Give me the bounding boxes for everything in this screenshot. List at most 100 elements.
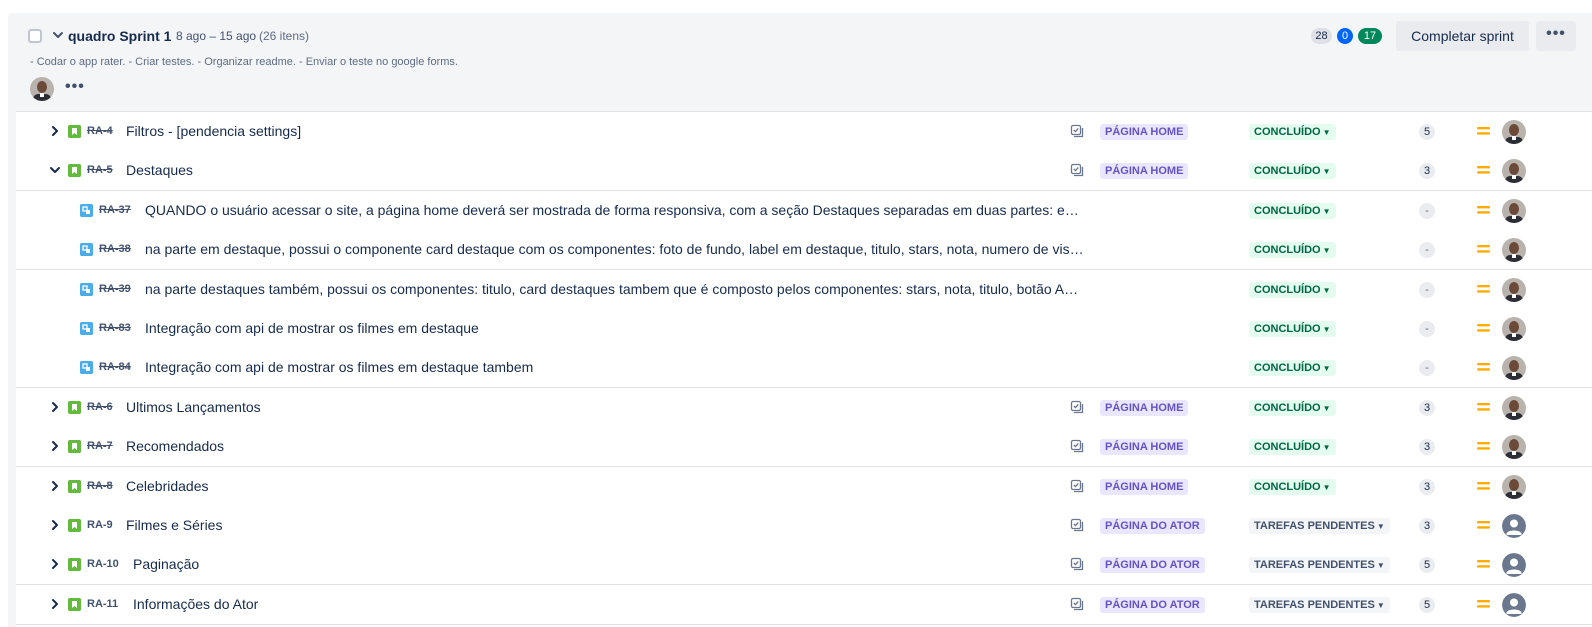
- status-dropdown[interactable]: CONCLUÍDO ▼: [1249, 202, 1336, 219]
- subtask-row[interactable]: RA-39 na parte destaques também, possui o…: [16, 269, 1592, 310]
- status-dropdown[interactable]: TAREFAS PENDENTES ▼: [1249, 596, 1390, 613]
- more-avatars-icon[interactable]: •••: [65, 78, 85, 96]
- issue-key[interactable]: RA-38: [99, 243, 131, 255]
- issue-key[interactable]: RA-10: [87, 558, 119, 570]
- table-row[interactable]: RA-8 Celebridades PÁGINA HOME CONCLUÍDO ▼ 3: [16, 466, 1592, 507]
- issue-key[interactable]: RA-37: [99, 204, 131, 216]
- chevron-right-icon[interactable]: [49, 557, 61, 571]
- story-points-badge[interactable]: 3: [1419, 518, 1435, 534]
- table-row[interactable]: RA-10 Paginação PÁGINA DO ATOR TAREFAS PEND…: [16, 545, 1592, 586]
- status-dropdown[interactable]: CONCLUÍDO ▼: [1249, 439, 1336, 456]
- epic-lozenge[interactable]: PÁGINA HOME: [1100, 478, 1189, 495]
- table-row[interactable]: RA-4 Filtros - [pendencia settings] PÁGINA…: [16, 112, 1592, 152]
- avatar[interactable]: [1502, 238, 1526, 263]
- status-dropdown[interactable]: CONCLUÍDO ▼: [1249, 124, 1336, 140]
- subtask-row[interactable]: RA-84 Integração com api de mostrar os fi…: [16, 348, 1592, 389]
- unassigned-avatar-icon[interactable]: [1502, 514, 1526, 538]
- chevron-right-icon[interactable]: [49, 400, 61, 414]
- epic-lozenge[interactable]: PÁGINA DO ATOR: [1100, 518, 1205, 534]
- child-issues-icon[interactable]: [1070, 479, 1084, 493]
- avatar[interactable]: [1502, 474, 1526, 499]
- story-points-badge[interactable]: -: [1419, 281, 1435, 298]
- chevron-right-icon[interactable]: [49, 597, 61, 611]
- subtask-row[interactable]: RA-83 Integração com api de mostrar os fi…: [16, 309, 1592, 349]
- child-issues-icon[interactable]: [1070, 557, 1084, 571]
- avatar[interactable]: [1502, 198, 1526, 223]
- chevron-right-icon[interactable]: [49, 439, 61, 453]
- child-issues-icon[interactable]: [1070, 124, 1084, 138]
- epic-lozenge[interactable]: PÁGINA DO ATOR: [1100, 557, 1205, 574]
- issue-summary[interactable]: Integração com api de mostrar os filmes …: [145, 359, 533, 375]
- chevron-down-icon[interactable]: [51, 27, 65, 43]
- table-row[interactable]: RA-6 Ultimos Lançamentos PÁGINA HOME CONCLU…: [16, 387, 1592, 428]
- issue-summary[interactable]: Celebridades: [126, 478, 209, 494]
- epic-lozenge[interactable]: PÁGINA HOME: [1100, 439, 1189, 456]
- status-dropdown[interactable]: CONCLUÍDO ▼: [1249, 478, 1336, 495]
- epic-lozenge[interactable]: PÁGINA HOME: [1100, 163, 1189, 180]
- issue-summary[interactable]: Ultimos Lançamentos: [126, 399, 261, 415]
- epic-lozenge[interactable]: PÁGINA HOME: [1100, 124, 1189, 140]
- issue-key[interactable]: RA-83: [99, 322, 131, 334]
- issue-summary[interactable]: Filmes e Séries: [126, 517, 222, 533]
- story-points-badge[interactable]: -: [1419, 242, 1435, 259]
- status-dropdown[interactable]: CONCLUÍDO ▼: [1249, 321, 1336, 337]
- story-points-badge[interactable]: -: [1419, 360, 1435, 377]
- avatar[interactable]: [30, 77, 54, 101]
- issue-key[interactable]: RA-11: [87, 598, 118, 610]
- status-dropdown[interactable]: TAREFAS PENDENTES ▼: [1249, 557, 1390, 574]
- subtask-row[interactable]: RA-38 na parte em destaque, possui o comp…: [16, 230, 1592, 271]
- unassigned-avatar-icon[interactable]: [1502, 592, 1526, 617]
- issue-summary[interactable]: Filtros - [pendencia settings]: [126, 123, 301, 139]
- story-points-badge[interactable]: 3: [1419, 163, 1435, 180]
- story-points-badge[interactable]: 5: [1419, 124, 1435, 140]
- issue-key[interactable]: RA-39: [99, 283, 131, 295]
- sprint-checkbox[interactable]: [28, 29, 42, 43]
- table-row[interactable]: RA-5 Destaques PÁGINA HOME CONCLUÍDO ▼ 3: [16, 151, 1592, 192]
- avatar[interactable]: [1502, 277, 1526, 302]
- issue-summary[interactable]: Recomendados: [126, 438, 224, 454]
- avatar[interactable]: [1502, 356, 1526, 381]
- story-points-badge[interactable]: 5: [1419, 557, 1435, 574]
- story-points-badge[interactable]: 3: [1419, 399, 1435, 416]
- avatar[interactable]: [1502, 435, 1526, 460]
- table-row[interactable]: RA-11 Informações do Ator PÁGINA DO ATOR TA…: [16, 584, 1592, 625]
- child-issues-icon[interactable]: [1070, 439, 1084, 453]
- epic-lozenge[interactable]: PÁGINA DO ATOR: [1100, 596, 1205, 613]
- issue-key[interactable]: RA-6: [87, 401, 113, 413]
- child-issues-icon[interactable]: [1070, 597, 1084, 611]
- table-row[interactable]: RA-7 Recomendados PÁGINA HOME CONCLUÍDO ▼ 3: [16, 427, 1592, 468]
- status-dropdown[interactable]: CONCLUÍDO ▼: [1249, 281, 1336, 298]
- status-dropdown[interactable]: TAREFAS PENDENTES ▼: [1249, 518, 1390, 534]
- subtask-row[interactable]: RA-37 QUANDO o usuário acessar o site, a …: [16, 190, 1592, 231]
- child-issues-icon[interactable]: [1070, 518, 1084, 532]
- issue-key[interactable]: RA-5: [87, 164, 113, 176]
- avatar[interactable]: [1502, 317, 1526, 341]
- chevron-right-icon[interactable]: [49, 124, 61, 138]
- story-points-badge[interactable]: 3: [1419, 439, 1435, 456]
- sprint-menu-button[interactable]: •••: [1536, 21, 1576, 51]
- status-dropdown[interactable]: CONCLUÍDO ▼: [1249, 163, 1336, 180]
- issue-summary[interactable]: QUANDO o usuário acessar o site, a págin…: [145, 202, 1084, 218]
- status-dropdown[interactable]: CONCLUÍDO ▼: [1249, 399, 1336, 416]
- issue-key[interactable]: RA-4: [87, 125, 113, 137]
- sprint-title[interactable]: quadro Sprint 1: [68, 28, 171, 44]
- chevron-right-icon[interactable]: [49, 518, 61, 532]
- epic-lozenge[interactable]: PÁGINA HOME: [1100, 399, 1189, 416]
- status-dropdown[interactable]: CONCLUÍDO ▼: [1249, 360, 1336, 377]
- status-dropdown[interactable]: CONCLUÍDO ▼: [1249, 242, 1336, 259]
- story-points-badge[interactable]: 5: [1419, 596, 1435, 613]
- child-issues-icon[interactable]: [1070, 400, 1084, 414]
- story-points-badge[interactable]: -: [1419, 321, 1435, 337]
- issue-summary[interactable]: Paginação: [133, 556, 199, 572]
- chevron-down-icon[interactable]: [49, 163, 61, 177]
- avatar[interactable]: [1502, 395, 1526, 420]
- issue-summary[interactable]: Integração com api de mostrar os filmes …: [145, 320, 479, 336]
- avatar[interactable]: [1502, 120, 1526, 144]
- story-points-badge[interactable]: -: [1419, 202, 1435, 219]
- story-points-badge[interactable]: 3: [1419, 478, 1435, 495]
- issue-summary[interactable]: na parte destaques também, possui os com…: [145, 281, 1078, 297]
- child-issues-icon[interactable]: [1070, 163, 1084, 177]
- issue-summary[interactable]: Informações do Ator: [133, 596, 258, 612]
- issue-summary[interactable]: Destaques: [126, 162, 193, 178]
- avatar[interactable]: [1502, 159, 1526, 184]
